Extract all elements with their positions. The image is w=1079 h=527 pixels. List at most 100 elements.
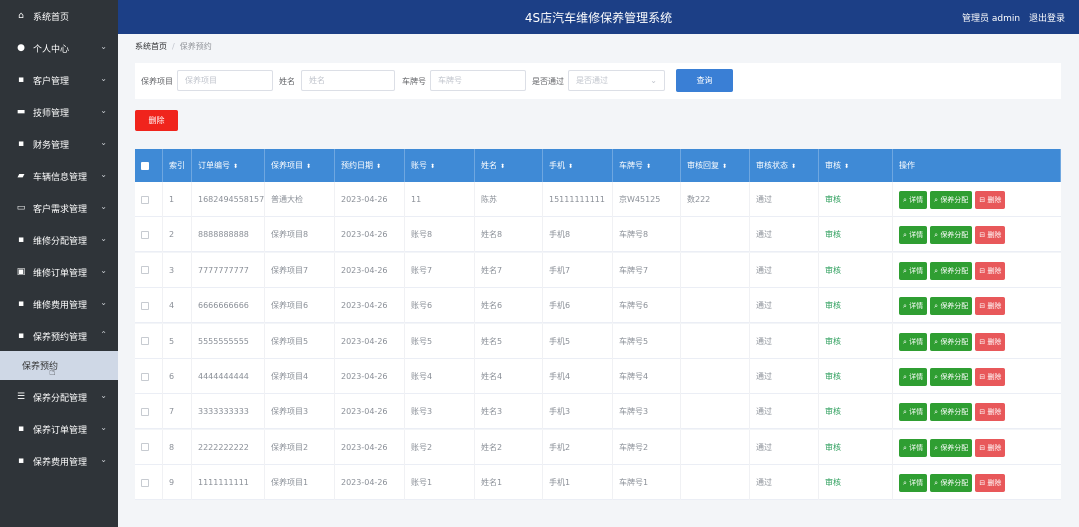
sort-icon[interactable]: ⬍: [430, 163, 435, 170]
row-checkbox[interactable]: [141, 195, 149, 204]
plate-input[interactable]: 车牌号: [430, 70, 526, 91]
table-row: 2 8888888888 保养项目8 2023-04-26 账号8 姓名8 手机8 车牌号8 通…: [135, 217, 1061, 253]
delete-button[interactable]: ⊟ 删除: [975, 191, 1006, 209]
assign-button[interactable]: ⌕ 保养分配: [930, 261, 973, 280]
assign-button[interactable]: ⌕ 保养分配: [930, 332, 973, 351]
sidebar-subitem-maintenance-appointment[interactable]: 保养预约: [0, 351, 118, 380]
sort-icon[interactable]: ⬍: [791, 163, 796, 170]
column-header-1[interactable]: 索引: [163, 149, 192, 182]
row-checkbox[interactable]: [141, 478, 149, 487]
detail-label: 详情: [909, 408, 924, 417]
delete-button[interactable]: ⊟ 删除: [975, 297, 1006, 316]
select-all-header[interactable]: [135, 149, 163, 182]
sort-icon[interactable]: ⬍: [500, 163, 505, 170]
assign-button[interactable]: ⌕ 保养分配: [930, 438, 973, 457]
sidebar-item-0[interactable]: ⌂ 系统首页: [0, 0, 118, 32]
name-input[interactable]: 姓名: [301, 70, 395, 91]
column-header-3[interactable]: 保养项目 ⬍: [265, 149, 335, 182]
audit-link[interactable]: 审核: [819, 465, 893, 501]
column-header-4[interactable]: 预约日期 ⬍: [335, 149, 405, 182]
query-button[interactable]: 查询: [676, 69, 733, 92]
assign-button[interactable]: ⌕ 保养分配: [930, 403, 973, 422]
sidebar-item-5[interactable]: ▰ 车辆信息管理 ⌄: [0, 160, 118, 192]
sidebar-item-8[interactable]: ▣ 维修订单管理 ⌄: [0, 256, 118, 288]
approved-select[interactable]: 是否通过 ⌄: [568, 70, 665, 91]
assign-label: 保养分配: [940, 479, 969, 488]
column-header-9[interactable]: 审核回复 ⬍: [681, 149, 750, 182]
cell-order-no: 1111111111: [192, 465, 265, 501]
select-all-checkbox[interactable]: [141, 161, 149, 170]
cell-item: 保养项目2: [265, 429, 335, 465]
audit-link[interactable]: 审核: [819, 394, 893, 430]
row-checkbox[interactable]: [141, 337, 149, 346]
batch-delete-button[interactable]: 删除: [135, 110, 178, 131]
sort-icon[interactable]: ⬍: [844, 163, 849, 170]
sidebar-item-7[interactable]: ▪ 维修分配管理 ⌄: [0, 224, 118, 256]
column-header-10[interactable]: 审核状态 ⬍: [750, 149, 819, 182]
detail-button[interactable]: ⌕ 详情: [899, 474, 928, 493]
row-checkbox[interactable]: [141, 443, 149, 452]
assign-button[interactable]: ⌕ 保养分配: [930, 191, 973, 209]
audit-link[interactable]: 审核: [819, 288, 893, 324]
audit-link[interactable]: 审核: [819, 359, 893, 394]
sidebar-item-1[interactable]: ● 个人中心 ⌄: [0, 32, 118, 64]
detail-button[interactable]: ⌕ 详情: [899, 191, 928, 209]
sort-icon[interactable]: ⬍: [568, 163, 573, 170]
sidebar-item-10[interactable]: ▪ 保养预约管理 ⌃: [0, 320, 118, 352]
row-checkbox[interactable]: [141, 230, 149, 239]
sidebar-item-3[interactable]: ▬ 技师管理 ⌄: [0, 96, 118, 128]
detail-button[interactable]: ⌕ 详情: [899, 438, 928, 457]
detail-button[interactable]: ⌕ 详情: [899, 368, 928, 386]
assign-button[interactable]: ⌕ 保养分配: [930, 297, 973, 316]
detail-button[interactable]: ⌕ 详情: [899, 297, 928, 316]
column-header-7[interactable]: 手机 ⬍: [543, 149, 613, 182]
detail-button[interactable]: ⌕ 详情: [899, 261, 928, 280]
column-header-6[interactable]: 姓名 ⬍: [475, 149, 543, 182]
delete-button[interactable]: ⊟ 删除: [975, 332, 1006, 351]
sort-icon[interactable]: ⬍: [722, 163, 727, 170]
sidebar-item-after-1[interactable]: ▪ 保养订单管理 ⌄: [0, 413, 118, 445]
sidebar-item-6[interactable]: ▭ 客户需求管理 ⌄: [0, 192, 118, 224]
column-header-12[interactable]: 操作: [893, 149, 1061, 182]
sort-icon[interactable]: ⬍: [233, 163, 238, 170]
logout-link[interactable]: 退出登录: [1029, 14, 1065, 24]
delete-button[interactable]: ⊟ 删除: [975, 261, 1006, 280]
sidebar-item-4[interactable]: ▪ 财务管理 ⌄: [0, 128, 118, 160]
sidebar-item-after-0[interactable]: ☰ 保养分配管理 ⌄: [0, 381, 118, 413]
audit-link[interactable]: 审核: [819, 182, 893, 217]
detail-button[interactable]: ⌕ 详情: [899, 226, 928, 245]
delete-button[interactable]: ⊟ 删除: [975, 226, 1006, 245]
detail-button[interactable]: ⌕ 详情: [899, 332, 928, 351]
sidebar-item-2[interactable]: ▪ 客户管理 ⌄: [0, 64, 118, 96]
column-header-11[interactable]: 审核 ⬍: [819, 149, 893, 182]
row-checkbox[interactable]: [141, 372, 149, 381]
assign-button[interactable]: ⌕ 保养分配: [930, 474, 973, 493]
sidebar-item-9[interactable]: ▪ 维修费用管理 ⌄: [0, 288, 118, 320]
delete-button[interactable]: ⊟ 删除: [975, 474, 1006, 493]
column-header-5[interactable]: 账号 ⬍: [405, 149, 475, 182]
maintenance-item-input[interactable]: 保养项目: [177, 70, 273, 91]
audit-link[interactable]: 审核: [819, 252, 893, 288]
delete-button[interactable]: ⊟ 删除: [975, 438, 1006, 457]
audit-link[interactable]: 审核: [819, 217, 893, 253]
column-header-8[interactable]: 车牌号 ⬍: [613, 149, 681, 182]
assign-button[interactable]: ⌕ 保养分配: [930, 368, 973, 386]
sort-icon[interactable]: ⬍: [306, 163, 311, 170]
row-checkbox[interactable]: [141, 301, 149, 310]
row-checkbox[interactable]: [141, 407, 149, 416]
detail-button[interactable]: ⌕ 详情: [899, 403, 928, 422]
column-header-2[interactable]: 订单编号 ⬍: [192, 149, 265, 182]
breadcrumb-home[interactable]: 系统首页: [135, 42, 167, 51]
sort-icon[interactable]: ⬍: [646, 163, 651, 170]
audit-link[interactable]: 审核: [819, 323, 893, 359]
sort-icon[interactable]: ⬍: [376, 163, 381, 170]
delete-button[interactable]: ⊟ 删除: [975, 368, 1006, 386]
delete-button[interactable]: ⊟ 删除: [975, 403, 1006, 422]
cell-date: 2023-04-26: [335, 359, 405, 394]
sidebar-item-after-2[interactable]: ▪ 保养费用管理 ⌄: [0, 445, 118, 477]
audit-link[interactable]: 审核: [819, 429, 893, 465]
row-checkbox[interactable]: [141, 266, 149, 275]
assign-button[interactable]: ⌕ 保养分配: [930, 226, 973, 245]
cell-status: 通过: [750, 252, 819, 288]
cell-item: 保养项目7: [265, 252, 335, 288]
